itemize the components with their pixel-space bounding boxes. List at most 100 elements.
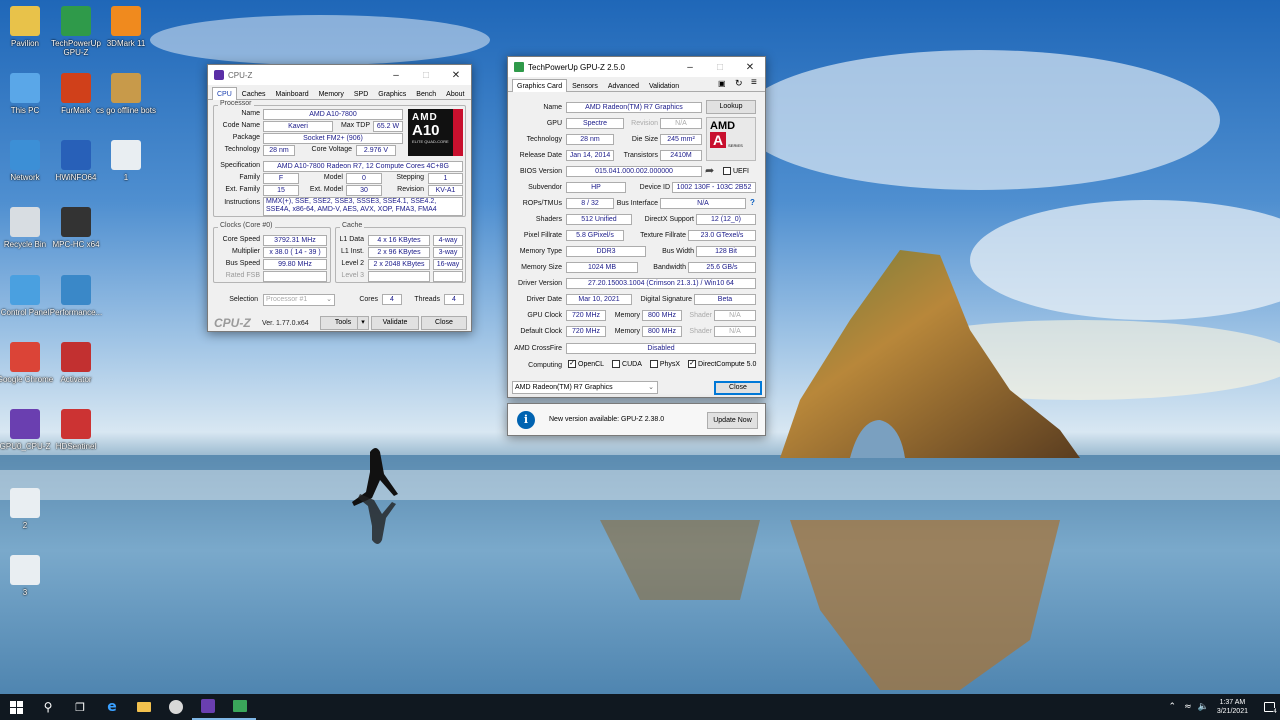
rated-fsb-value: [263, 271, 327, 282]
gpuz-close-button[interactable]: Close: [714, 381, 762, 395]
validate-button-label: Validate: [382, 319, 408, 326]
taskbar-explorer[interactable]: [128, 694, 160, 720]
cuda-check-icon: [612, 360, 621, 368]
threads-value: 4: [444, 294, 464, 305]
release-date-value: Jan 14, 2014: [566, 150, 614, 161]
clock[interactable]: 1:37 AM 3/21/2021: [1217, 698, 1248, 716]
desktop-icon-2[interactable]: 2: [0, 488, 57, 530]
family-label: Family: [239, 174, 260, 181]
cpuz-close-button[interactable]: Close: [421, 316, 467, 330]
minimize-icon[interactable]: –: [381, 70, 411, 81]
opencl-label: OpenCL: [578, 360, 605, 368]
model-label: Model: [323, 174, 343, 181]
stepping-value: 1: [428, 173, 463, 184]
family-value: F: [263, 173, 299, 184]
desktop-icon-1[interactable]: 1: [94, 140, 158, 182]
directcompute-check-icon: ✓: [688, 360, 697, 368]
tools-button-label: Tools: [334, 319, 352, 326]
network-tray-icon[interactable]: ≈: [1184, 702, 1192, 712]
multiplier-value: x 38.0 ( 14 - 39 ): [263, 247, 327, 258]
level2-value: 2 x 2048 KBytes: [368, 259, 430, 270]
taskbar-cpuz[interactable]: [192, 694, 224, 720]
desktop-icon-mpc-hc-x64[interactable]: MPC-HC x64: [44, 207, 108, 249]
selection-dropdown[interactable]: Processor #1 ⌄: [263, 294, 335, 306]
driver-version-label: Driver Version: [518, 280, 562, 287]
gpu-name-label: Name: [543, 104, 562, 111]
digital-signature-label: Digital Signature: [640, 296, 692, 303]
gpuz-tab-graphics-card[interactable]: Graphics Card: [512, 79, 568, 92]
gpuz-tab-sensors[interactable]: Sensors: [567, 79, 603, 91]
technology-value: 28 nm: [566, 134, 614, 145]
desktop-icon-hdsentinel[interactable]: HDSentinel: [44, 409, 108, 451]
cpuz-tab-spd[interactable]: SPD: [349, 87, 373, 99]
cuda-label: CUDA: [622, 360, 642, 368]
cpuz-tab-mainboard[interactable]: Mainboard: [271, 87, 314, 99]
close-icon[interactable]: ✕: [735, 62, 765, 73]
chevron-down-icon: ⌄: [326, 296, 332, 303]
desktop-icon-3[interactable]: 3: [0, 555, 57, 597]
die-size-value: 245 mm²: [660, 134, 702, 145]
update-notification: i New version available: GPU-Z 2.38.0 Up…: [507, 403, 766, 436]
cpuz-version: Ver. 1.77.0.x64: [262, 320, 309, 327]
cpuz-tab-bench[interactable]: Bench: [411, 87, 441, 99]
bus-interface-value: N/A: [660, 198, 746, 209]
cpuz-titlebar[interactable]: CPU-Z – □ ✕: [208, 65, 471, 85]
cpuz-app-icon: [214, 70, 224, 80]
model-value: 0: [346, 173, 382, 184]
share-icon[interactable]: ➦: [705, 164, 714, 177]
gpuz-tab-advanced[interactable]: Advanced: [603, 79, 644, 91]
start-button[interactable]: [0, 694, 32, 720]
gpuz-taskbar-icon: [233, 700, 247, 712]
help-icon[interactable]: ?: [750, 198, 755, 207]
technology-label: Technology: [224, 146, 260, 153]
uefi-check-icon: [723, 167, 731, 175]
minimize-icon[interactable]: –: [675, 62, 705, 73]
desktop-icon-performance-[interactable]: Performance...: [44, 275, 108, 317]
desktop-icon-3dmark-11[interactable]: 3DMark 11: [94, 6, 158, 48]
taskbar-app-circle[interactable]: [160, 694, 192, 720]
bus-width-value: 128 Bit: [696, 246, 756, 257]
lookup-button[interactable]: Lookup: [706, 100, 756, 114]
taskbar-edge[interactable]: e: [96, 694, 128, 720]
specification-value: AMD A10-7800 Radeon R7, 12 Compute Cores…: [263, 161, 463, 172]
gpuz-window: TechPowerUp GPU-Z 2.5.0 – □ ✕ Graphics C…: [507, 56, 766, 398]
physx-check-icon: [649, 360, 658, 368]
cpuz-tab-about[interactable]: About: [441, 87, 469, 99]
volume-icon[interactable]: 🔈: [1198, 702, 1209, 712]
desktop-icon-label: cs go offline bots: [96, 106, 156, 115]
cpuz-tab-cpu[interactable]: CPU: [212, 87, 237, 100]
chevron-up-icon[interactable]: ⌃: [1169, 702, 1177, 712]
cpuz-tab-graphics[interactable]: Graphics: [373, 87, 411, 99]
chevron-down-icon: ⌄: [648, 384, 654, 391]
menu-icon[interactable]: ≡: [751, 77, 757, 88]
gpuz-titlebar[interactable]: TechPowerUp GPU-Z 2.5.0 – □ ✕: [508, 57, 765, 77]
taskbar-gpuz[interactable]: [224, 694, 256, 720]
refresh-icon[interactable]: ↻: [735, 78, 743, 89]
search-button[interactable]: ⚲: [32, 694, 64, 720]
camera-icon[interactable]: ▣: [718, 79, 726, 88]
cpuz-close-button-label: Close: [435, 319, 453, 326]
tools-dropdown-button[interactable]: ▾: [357, 316, 369, 330]
technology-value: 28 nm: [263, 145, 295, 156]
cpuz-tab-caches[interactable]: Caches: [237, 87, 271, 99]
task-view-button[interactable]: ❐: [64, 694, 96, 720]
cpuz-icon: [10, 409, 40, 439]
memory-size-value: 1024 MB: [566, 262, 638, 273]
core-voltage-label: Core Voltage: [311, 146, 352, 153]
notification-center[interactable]: 4: [1258, 694, 1280, 720]
amd-logo-series: SERIES: [728, 143, 743, 148]
desktop-icon-activator[interactable]: Activator: [44, 342, 108, 384]
level3-value: [368, 271, 430, 282]
update-now-button[interactable]: Update Now: [707, 412, 758, 429]
gpuz-tab-validation[interactable]: Validation: [644, 79, 684, 91]
gpu-select-value: AMD Radeon(TM) R7 Graphics: [515, 384, 613, 391]
l1-data-value: 4 x 16 KBytes: [368, 235, 430, 246]
bios-label: BIOS Version: [519, 168, 562, 175]
gpu-select-dropdown[interactable]: AMD Radeon(TM) R7 Graphics ⌄: [512, 381, 658, 394]
cpuz-tab-memory[interactable]: Memory: [314, 87, 349, 99]
desktop-icon-cs-go-offline-bots[interactable]: cs go offline bots: [94, 73, 158, 115]
validate-button[interactable]: Validate: [371, 316, 419, 330]
close-icon[interactable]: ✕: [441, 70, 471, 81]
die-size-label: Die Size: [631, 136, 658, 143]
transistors-value: 2410M: [660, 150, 702, 161]
